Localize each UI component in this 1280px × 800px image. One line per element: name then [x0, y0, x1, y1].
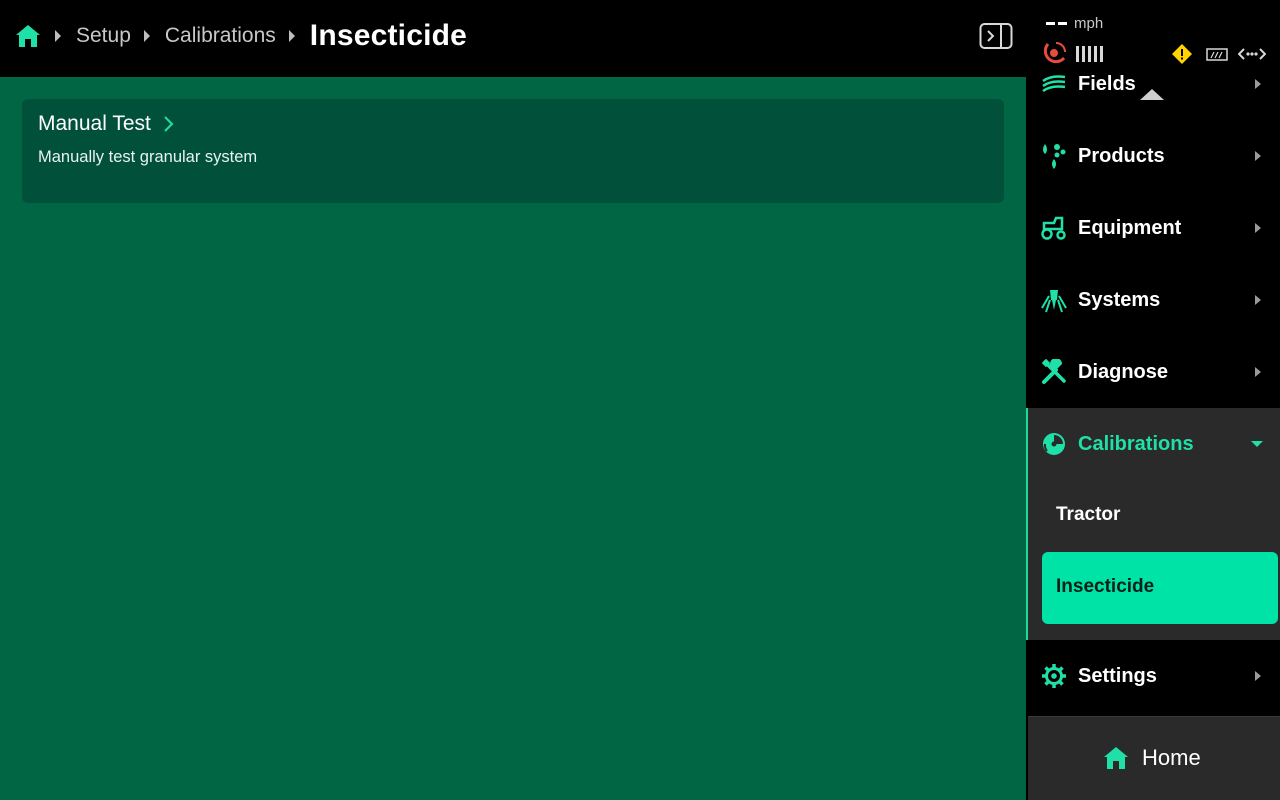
- card-title: Manual Test: [38, 112, 151, 135]
- nav-label-settings: Settings: [1078, 664, 1157, 687]
- nav-label-equipment: Equipment: [1078, 216, 1182, 239]
- chevron-right-icon: [143, 30, 151, 42]
- side-nav-panel: mph Fields Products Equipment Systems Di…: [1026, 0, 1280, 800]
- products-icon: [1040, 142, 1068, 170]
- nav-label-calibrations: Calibrations: [1078, 433, 1194, 455]
- chevron-right-icon: [1255, 671, 1261, 681]
- breadcrumb: Setup Calibrations Insecticide: [14, 18, 467, 54]
- chevron-right-icon: [1255, 223, 1261, 233]
- nav-label-diagnose: Diagnose: [1078, 360, 1169, 383]
- home-icon: [1102, 744, 1130, 772]
- chevron-right-icon: [163, 115, 175, 133]
- chevron-down-icon: [1251, 441, 1263, 447]
- nav-item-products[interactable]: Products: [1026, 120, 1280, 192]
- scroll-up-icon[interactable]: [1140, 88, 1164, 102]
- chevron-right-icon: [1255, 367, 1261, 377]
- sub-label-insecticide: Insecticide: [1056, 576, 1155, 597]
- speed-value: [1046, 22, 1067, 25]
- top-bar: Setup Calibrations Insecticide: [0, 0, 1026, 77]
- breadcrumb-setup[interactable]: Setup: [76, 24, 131, 48]
- chevron-right-icon: [1255, 295, 1261, 305]
- nav-item-diagnose[interactable]: Diagnose: [1026, 336, 1280, 408]
- manual-test-card[interactable]: Manual Test Manually test granular syste…: [22, 99, 1004, 203]
- chevron-right-icon: [1255, 151, 1261, 161]
- systems-icon: [1040, 286, 1068, 314]
- breadcrumb-calibrations[interactable]: Calibrations: [165, 24, 276, 48]
- home-button-label: Home: [1142, 745, 1201, 770]
- settings-icon: [1040, 662, 1068, 690]
- diagnose-icon: [1040, 358, 1068, 386]
- main-content: Manual Test Manually test granular syste…: [0, 77, 1026, 800]
- home-icon[interactable]: [14, 22, 42, 50]
- sub-label-tractor: Tractor: [1056, 504, 1121, 525]
- sub-item-tractor[interactable]: Tractor: [1042, 480, 1278, 552]
- speed-unit: mph: [1074, 15, 1104, 32]
- chevron-right-icon: [288, 30, 296, 42]
- sub-item-insecticide[interactable]: Insecticide: [1042, 552, 1278, 624]
- fields-icon: [1040, 70, 1068, 98]
- card-subtitle: Manually test granular system: [38, 148, 258, 166]
- chevron-right-icon: [54, 30, 62, 42]
- calibrations-group: Calibrations Tractor Insecticide: [1026, 408, 1280, 640]
- nav-item-calibrations[interactable]: Calibrations: [1028, 408, 1280, 480]
- panel-toggle-icon[interactable]: [979, 22, 1013, 50]
- nav-item-equipment[interactable]: Equipment: [1026, 192, 1280, 264]
- nav-item-settings[interactable]: Settings: [1026, 640, 1280, 712]
- equipment-icon: [1040, 214, 1068, 242]
- chevron-right-icon: [1255, 79, 1261, 89]
- nav-item-fields[interactable]: Fields: [1026, 48, 1280, 120]
- page-title: Insecticide: [309, 19, 468, 52]
- home-button[interactable]: Home: [1028, 716, 1280, 800]
- calibrations-icon: [1040, 430, 1068, 458]
- nav-label-systems: Systems: [1078, 288, 1161, 311]
- nav-label-products: Products: [1078, 144, 1165, 167]
- nav-item-systems[interactable]: Systems: [1026, 264, 1280, 336]
- nav-label-fields: Fields: [1078, 72, 1136, 95]
